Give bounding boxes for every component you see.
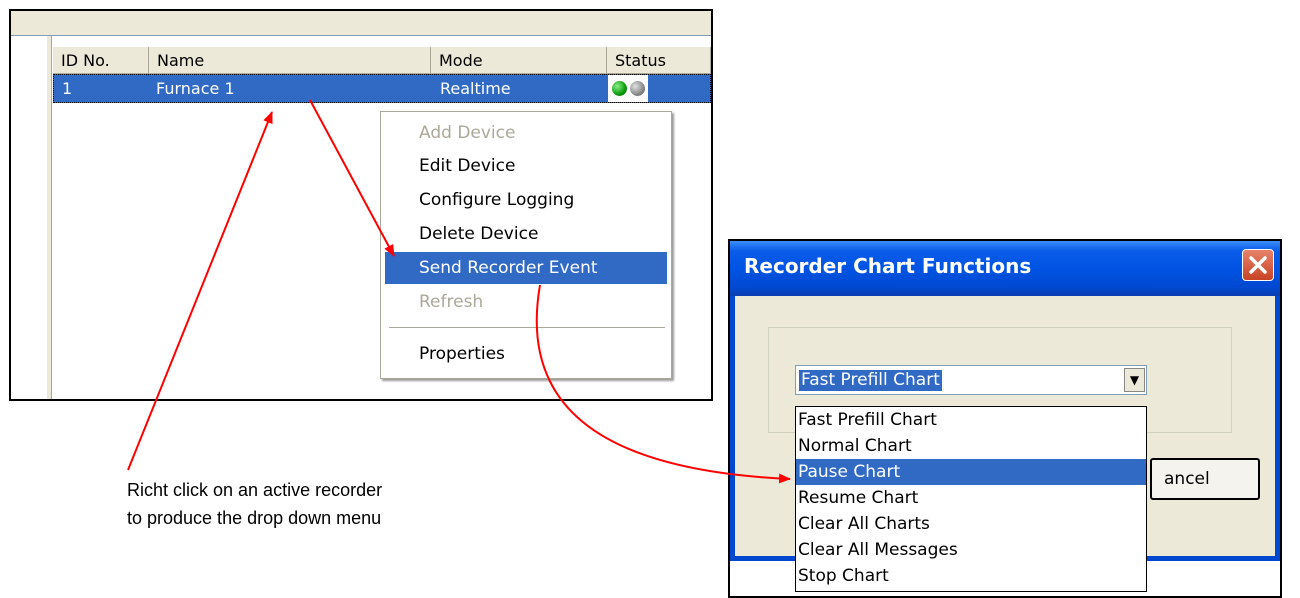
arrow-menu-to-dialog-option	[535, 284, 791, 484]
annotation-arrows	[127, 99, 791, 484]
arrow-caption-to-row	[127, 111, 273, 471]
arrow-row-to-menu-item	[309, 99, 395, 257]
